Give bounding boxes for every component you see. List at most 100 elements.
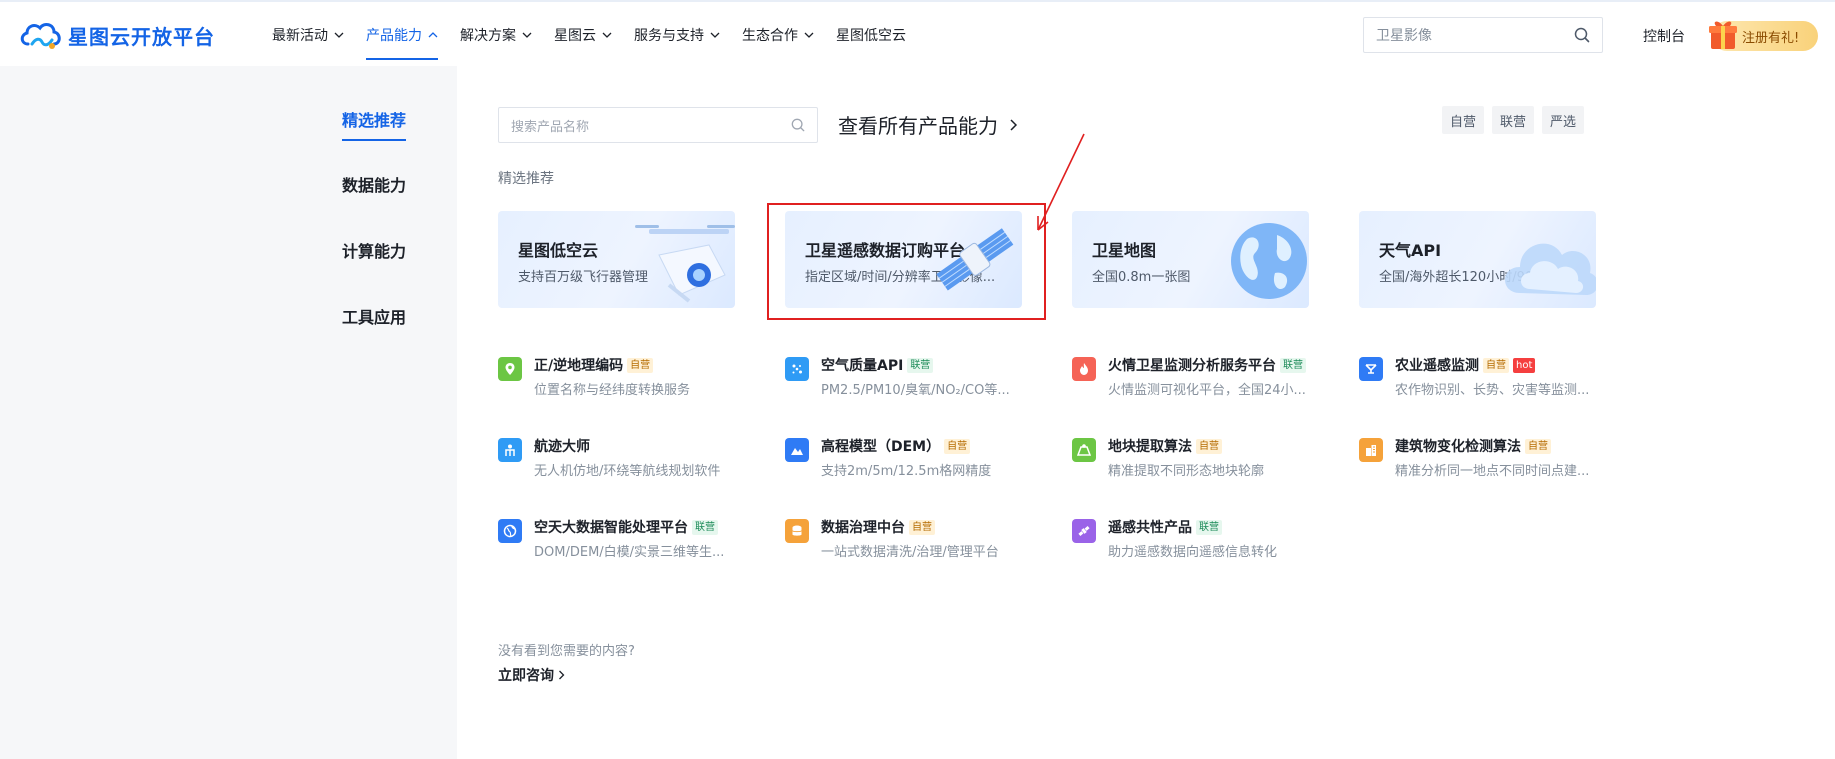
nav-item-ecosystem[interactable]: 生态合作 bbox=[742, 2, 814, 68]
sidebar-item-tool-apps[interactable]: 工具应用 bbox=[342, 304, 406, 328]
featured-card-satellite-map[interactable]: 卫星地图 全国0.8m一张图 bbox=[1072, 211, 1309, 308]
product-desc: 精准分析同一地点不同时间点建... bbox=[1395, 464, 1590, 479]
chevron-down-icon bbox=[710, 32, 720, 38]
view-all-products-link[interactable]: 查看所有产品能力 bbox=[838, 110, 1018, 139]
product-desc: 一站式数据清洗/治理/管理平台 bbox=[821, 545, 999, 560]
search-icon[interactable] bbox=[1574, 27, 1590, 43]
nav-item-solutions[interactable]: 解决方案 bbox=[460, 2, 532, 68]
nav-label: 生态合作 bbox=[742, 28, 798, 44]
nav-item-latest-events[interactable]: 最新活动 bbox=[272, 2, 344, 68]
product-desc: 火情监测可视化平台，全国24小... bbox=[1108, 383, 1306, 398]
sidebar-item-data-capabilities[interactable]: 数据能力 bbox=[342, 172, 406, 196]
satellite-icon bbox=[1072, 519, 1096, 543]
header-search-placeholder: 卫星影像 bbox=[1376, 28, 1432, 44]
chevron-down-icon bbox=[602, 32, 612, 38]
product-desc: 支持2m/5m/12.5m格网精度 bbox=[821, 464, 992, 479]
farm-icon bbox=[1359, 357, 1383, 381]
nav-label: 最新活动 bbox=[272, 28, 328, 44]
product-title: 正/逆地理编码 bbox=[534, 358, 624, 374]
product-desc: 无人机仿地/环绕等航线规划软件 bbox=[534, 464, 721, 479]
drone-illustration-icon bbox=[635, 225, 735, 303]
product-title: 空气质量API bbox=[821, 358, 904, 374]
product-item-fire-monitoring[interactable]: 火情卫星监测分析服务平台 联营 火情监测可视化平台，全国24小... bbox=[1072, 353, 1342, 403]
tag-joint-operated: 联营 bbox=[1196, 519, 1222, 535]
main-nav: 最新活动 产品能力 解决方案 星图云 服务与支持 生态合作 星图低空云 bbox=[272, 2, 928, 68]
featured-card-weather-api[interactable]: 天气API 全国/海外超长120小时/90天预报 bbox=[1359, 211, 1596, 308]
featured-card-satellite-data-ordering[interactable]: 卫星遥感数据订购平台 指定区域/时间/分辨率卫星影像... bbox=[785, 211, 1022, 308]
nav-label: 解决方案 bbox=[460, 28, 516, 44]
filter-selected[interactable]: 严选 bbox=[1542, 106, 1585, 134]
mountain-icon bbox=[785, 438, 809, 462]
product-item-building-change-detection[interactable]: 建筑物变化检测算法 自营 精准分析同一地点不同时间点建... bbox=[1359, 434, 1609, 484]
tag-hot: hot bbox=[1513, 357, 1536, 373]
nav-label: 服务与支持 bbox=[634, 28, 704, 44]
card-title: 星图低空云 bbox=[518, 241, 599, 260]
fire-icon bbox=[1072, 357, 1096, 381]
product-search-placeholder: 搜索产品名称 bbox=[511, 119, 590, 135]
gift-icon bbox=[1709, 21, 1737, 49]
product-item-space-big-data-platform[interactable]: 空天大数据智能处理平台 联营 DOM/DEM/白模/实景三维等生... bbox=[498, 515, 748, 565]
filter-self-operated[interactable]: 自营 bbox=[1442, 106, 1485, 134]
view-all-label: 查看所有产品能力 bbox=[838, 114, 998, 138]
console-link[interactable]: 控制台 bbox=[1643, 26, 1685, 46]
nav-item-service-support[interactable]: 服务与支持 bbox=[634, 2, 720, 68]
chevron-right-icon bbox=[1010, 118, 1018, 131]
air-dots-icon bbox=[785, 357, 809, 381]
product-item-data-governance[interactable]: 数据治理中台 自营 一站式数据清洗/治理/管理平台 bbox=[785, 515, 1035, 565]
brand-logo[interactable]: 星图云开放平台 bbox=[18, 18, 215, 52]
tag-self-operated: 自营 bbox=[1196, 438, 1222, 454]
product-title: 火情卫星监测分析服务平台 bbox=[1108, 358, 1276, 374]
chevron-up-icon bbox=[428, 32, 438, 38]
product-desc: 精准提取不同形态地块轮廓 bbox=[1108, 464, 1265, 479]
chevron-right-icon bbox=[559, 670, 565, 680]
tag-self-operated: 自营 bbox=[1525, 438, 1551, 454]
product-item-remote-sensing-common-products[interactable]: 遥感共性产品 联营 助力遥感数据向遥感信息转化 bbox=[1072, 515, 1322, 565]
featured-card-low-altitude-cloud[interactable]: 星图低空云 支持百万级飞行器管理 bbox=[498, 211, 735, 308]
product-item-geocoding[interactable]: 正/逆地理编码 自营 位置名称与经纬度转换服务 bbox=[498, 353, 748, 403]
product-title: 空天大数据智能处理平台 bbox=[534, 520, 688, 536]
sidebar-item-compute-capabilities[interactable]: 计算能力 bbox=[342, 238, 406, 262]
product-desc: DOM/DEM/白模/实景三维等生... bbox=[534, 545, 725, 560]
nav-item-low-altitude-cloud[interactable]: 星图低空云 bbox=[836, 2, 906, 68]
product-desc: 助力遥感数据向遥感信息转化 bbox=[1108, 545, 1278, 560]
cloud-logo-icon bbox=[20, 23, 61, 49]
chevron-down-icon bbox=[804, 32, 814, 38]
product-search-input[interactable]: 搜索产品名称 bbox=[498, 107, 818, 143]
filter-joint-operated[interactable]: 联营 bbox=[1492, 106, 1535, 134]
header-search-input[interactable]: 卫星影像 bbox=[1363, 17, 1603, 53]
register-gift-button[interactable]: 注册有礼! bbox=[1709, 21, 1818, 51]
register-label: 注册有礼! bbox=[1742, 30, 1800, 46]
location-pin-icon bbox=[498, 357, 522, 381]
satellite-illustration-icon bbox=[936, 228, 1014, 291]
consult-now-link[interactable]: 立即咨询 bbox=[498, 665, 565, 685]
product-item-dem[interactable]: 高程模型（DEM） 自营 支持2m/5m/12.5m格网精度 bbox=[785, 434, 1035, 484]
product-title: 遥感共性产品 bbox=[1108, 520, 1192, 536]
route-icon bbox=[498, 438, 522, 462]
chevron-down-icon bbox=[334, 32, 344, 38]
tag-joint-operated: 联营 bbox=[1280, 357, 1306, 373]
tag-joint-operated: 联营 bbox=[907, 357, 934, 373]
product-item-land-plot-extraction[interactable]: 地块提取算法 自营 精准提取不同形态地块轮廓 bbox=[1072, 434, 1322, 484]
product-title: 地块提取算法 bbox=[1108, 439, 1192, 455]
tag-joint-operated: 联营 bbox=[692, 519, 718, 535]
tag-self-operated: 自营 bbox=[944, 438, 971, 454]
product-item-route-master[interactable]: 航迹大师 无人机仿地/环绕等航线规划软件 bbox=[498, 434, 748, 484]
consult-now-label: 立即咨询 bbox=[498, 668, 554, 684]
product-title: 建筑物变化检测算法 bbox=[1395, 439, 1521, 455]
nav-label: 星图低空云 bbox=[836, 28, 906, 44]
card-title: 卫星地图 bbox=[1092, 241, 1157, 260]
product-item-agri-monitoring[interactable]: 农业遥感监测 自营 hot 农作物识别、长势、灾害等监测... bbox=[1359, 353, 1609, 403]
chevron-down-icon bbox=[522, 32, 532, 38]
cloud-illustration-icon bbox=[1505, 243, 1596, 295]
footer-question: 没有看到您需要的内容? bbox=[498, 644, 635, 659]
category-sidebar: 精选推荐 数据能力 计算能力 工具应用 bbox=[0, 66, 457, 759]
card-title: 天气API bbox=[1379, 241, 1442, 260]
search-icon[interactable] bbox=[791, 118, 805, 132]
top-navbar: 星图云开放平台 最新活动 产品能力 解决方案 星图云 服务与支持 生态合作 星图… bbox=[0, 0, 1835, 66]
product-desc: 农作物识别、长势、灾害等监测... bbox=[1395, 383, 1590, 398]
sidebar-item-featured[interactable]: 精选推荐 bbox=[342, 107, 407, 141]
nav-item-product-capabilities[interactable]: 产品能力 bbox=[366, 2, 438, 68]
nav-item-xingtu-cloud[interactable]: 星图云 bbox=[554, 2, 612, 68]
product-item-air-quality-api[interactable]: 空气质量API 联营 PM2.5/PM10/臭氧/NO₂/CO等... bbox=[785, 353, 1035, 403]
section-title: 精选推荐 bbox=[498, 171, 554, 187]
